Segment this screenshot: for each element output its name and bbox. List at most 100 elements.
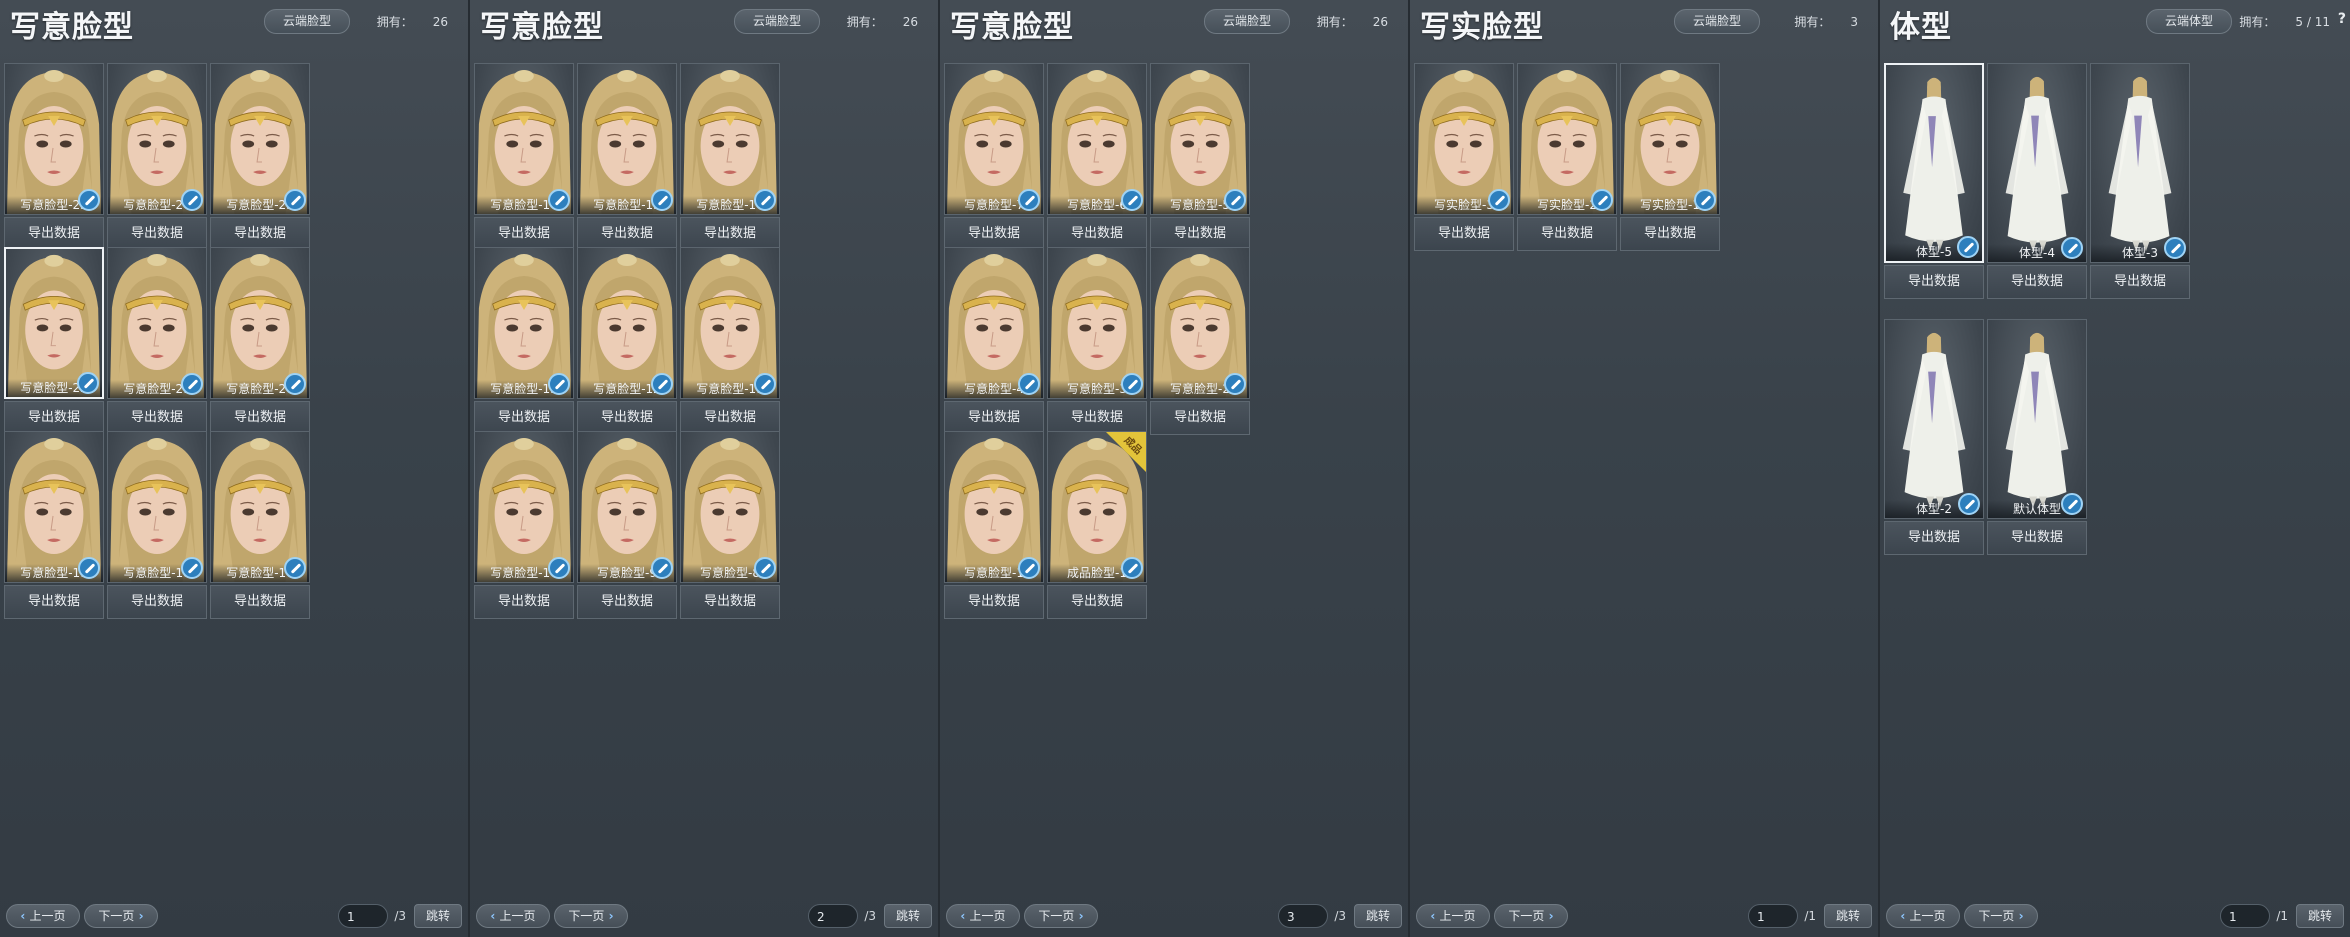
export-data-button[interactable]: 导出数据 <box>210 585 310 619</box>
face-type-card[interactable]: 写意脸型-17 <box>210 431 310 583</box>
edit-brush-icon[interactable] <box>1488 189 1510 211</box>
edit-brush-icon[interactable] <box>2061 237 2083 259</box>
page-number-input[interactable]: 1 <box>338 904 388 928</box>
page-number-input[interactable]: 1 <box>1748 904 1798 928</box>
next-page-button[interactable]: 下一页 › <box>1964 904 2038 928</box>
next-page-button[interactable]: 下一页 › <box>1494 904 1568 928</box>
body-type-card[interactable]: 默认体型 <box>1987 319 2087 519</box>
face-type-card[interactable]: 成品 成品脸型-1 <box>1047 431 1147 583</box>
face-type-card[interactable]: 写意脸型-15 <box>577 63 677 215</box>
export-data-button[interactable]: 导出数据 <box>944 217 1044 251</box>
page-number-input[interactable]: 3 <box>1278 904 1328 928</box>
face-type-card[interactable]: 写意脸型-22 <box>4 247 104 399</box>
face-type-card[interactable]: 写意脸型-7 <box>944 63 1044 215</box>
export-data-button[interactable]: 导出数据 <box>577 585 677 619</box>
export-data-button[interactable]: 导出数据 <box>1884 521 1984 555</box>
face-type-card[interactable]: 写意脸型-8 <box>680 431 780 583</box>
prev-page-button[interactable]: ‹ 上一页 <box>6 904 80 928</box>
export-data-button[interactable]: 导出数据 <box>1047 401 1147 435</box>
edit-brush-icon[interactable] <box>651 557 673 579</box>
export-data-button[interactable]: 导出数据 <box>1150 217 1250 251</box>
edit-brush-icon[interactable] <box>1958 493 1980 515</box>
edit-brush-icon[interactable] <box>1018 373 1040 395</box>
edit-brush-icon[interactable] <box>1694 189 1716 211</box>
face-type-card[interactable]: 写意脸型-25 <box>4 63 104 215</box>
export-data-button[interactable]: 导出数据 <box>210 217 310 251</box>
export-data-button[interactable]: 导出数据 <box>107 585 207 619</box>
face-type-card[interactable]: 写意脸型-2 <box>1150 247 1250 399</box>
edit-brush-icon[interactable] <box>181 557 203 579</box>
export-data-button[interactable]: 导出数据 <box>944 585 1044 619</box>
edit-brush-icon[interactable] <box>1591 189 1613 211</box>
export-data-button[interactable]: 导出数据 <box>210 401 310 435</box>
face-type-card[interactable]: 写意脸型-4 <box>944 247 1044 399</box>
prev-page-button[interactable]: ‹ 上一页 <box>1886 904 1960 928</box>
help-icon[interactable]: ? <box>2338 11 2346 27</box>
jump-button[interactable]: 跳转 <box>414 904 462 928</box>
face-type-card[interactable]: 写意脸型-18 <box>107 431 207 583</box>
edit-brush-icon[interactable] <box>2164 237 2186 259</box>
edit-brush-icon[interactable] <box>548 189 570 211</box>
edit-brush-icon[interactable] <box>754 557 776 579</box>
face-type-card[interactable]: 写意脸型-9 <box>577 431 677 583</box>
prev-page-button[interactable]: ‹ 上一页 <box>946 904 1020 928</box>
export-data-button[interactable]: 导出数据 <box>4 217 104 251</box>
next-page-button[interactable]: 下一页 › <box>554 904 628 928</box>
edit-brush-icon[interactable] <box>754 373 776 395</box>
face-type-card[interactable]: 写意脸型-13 <box>474 247 574 399</box>
face-type-card[interactable]: 写实脸型-1 <box>1620 63 1720 215</box>
face-type-card[interactable]: 写意脸型-20 <box>210 247 310 399</box>
body-type-card[interactable]: 体型-4 <box>1987 63 2087 263</box>
body-type-card[interactable]: 体型-5 <box>1884 63 1984 263</box>
page-number-input[interactable]: 2 <box>808 904 858 928</box>
export-data-button[interactable]: 导出数据 <box>1517 217 1617 251</box>
next-page-button[interactable]: 下一页 › <box>1024 904 1098 928</box>
jump-button[interactable]: 跳转 <box>2296 904 2344 928</box>
face-type-card[interactable]: 写意脸型-10 <box>474 431 574 583</box>
edit-brush-icon[interactable] <box>284 557 306 579</box>
export-data-button[interactable]: 导出数据 <box>680 585 780 619</box>
face-type-card[interactable]: 写意脸型-1 <box>944 431 1044 583</box>
body-type-card[interactable]: 体型-2 <box>1884 319 1984 519</box>
edit-brush-icon[interactable] <box>181 189 203 211</box>
edit-brush-icon[interactable] <box>1224 189 1246 211</box>
export-data-button[interactable]: 导出数据 <box>107 217 207 251</box>
edit-brush-icon[interactable] <box>284 373 306 395</box>
export-data-button[interactable]: 导出数据 <box>1047 217 1147 251</box>
jump-button[interactable]: 跳转 <box>884 904 932 928</box>
export-data-button[interactable]: 导出数据 <box>680 217 780 251</box>
body-type-card[interactable]: 体型-3 <box>2090 63 2190 263</box>
export-data-button[interactable]: 导出数据 <box>4 401 104 435</box>
edit-brush-icon[interactable] <box>1957 236 1979 258</box>
jump-button[interactable]: 跳转 <box>1824 904 1872 928</box>
export-data-button[interactable]: 导出数据 <box>1047 585 1147 619</box>
edit-brush-icon[interactable] <box>1018 189 1040 211</box>
face-type-card[interactable]: 写意脸型-3 <box>1047 247 1147 399</box>
export-data-button[interactable]: 导出数据 <box>1620 217 1720 251</box>
export-data-button[interactable]: 导出数据 <box>577 401 677 435</box>
edit-brush-icon[interactable] <box>284 189 306 211</box>
face-type-card[interactable]: 写意脸型-5 <box>1150 63 1250 215</box>
edit-brush-icon[interactable] <box>754 189 776 211</box>
edit-brush-icon[interactable] <box>548 557 570 579</box>
edit-brush-icon[interactable] <box>1121 373 1143 395</box>
face-type-card[interactable]: 写意脸型-23 <box>210 63 310 215</box>
edit-brush-icon[interactable] <box>651 373 673 395</box>
export-data-button[interactable]: 导出数据 <box>474 217 574 251</box>
jump-button[interactable]: 跳转 <box>1354 904 1402 928</box>
edit-brush-icon[interactable] <box>1018 557 1040 579</box>
edit-brush-icon[interactable] <box>181 373 203 395</box>
export-data-button[interactable]: 导出数据 <box>107 401 207 435</box>
cloud-button[interactable]: 云端体型 <box>2146 9 2232 34</box>
export-data-button[interactable]: 导出数据 <box>2090 265 2190 299</box>
edit-brush-icon[interactable] <box>548 373 570 395</box>
edit-brush-icon[interactable] <box>78 557 100 579</box>
edit-brush-icon[interactable] <box>1121 557 1143 579</box>
cloud-button[interactable]: 云端脸型 <box>264 9 350 34</box>
face-type-card[interactable]: 写意脸型-24 <box>107 63 207 215</box>
cloud-button[interactable]: 云端脸型 <box>734 9 820 34</box>
export-data-button[interactable]: 导出数据 <box>577 217 677 251</box>
export-data-button[interactable]: 导出数据 <box>680 401 780 435</box>
edit-brush-icon[interactable] <box>1224 373 1246 395</box>
export-data-button[interactable]: 导出数据 <box>1987 521 2087 555</box>
